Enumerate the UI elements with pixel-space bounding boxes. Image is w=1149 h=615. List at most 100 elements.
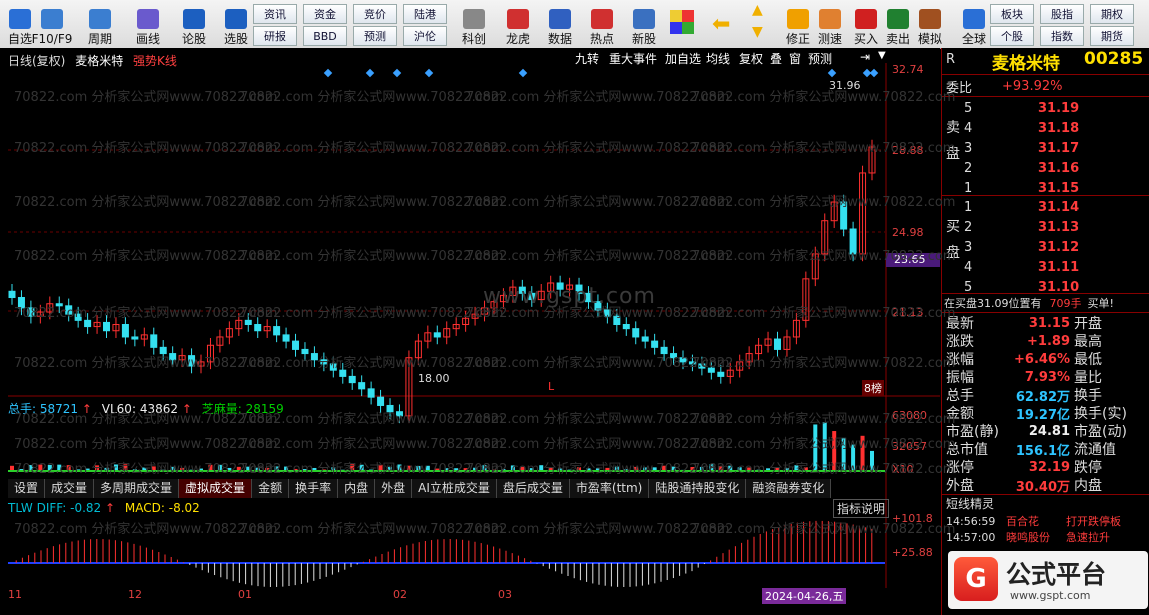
toolbar-label: 选股	[224, 32, 248, 46]
sell-level-row[interactable]: 5 31.19	[942, 98, 1149, 118]
toolbar-discuss-button[interactable]: 论股	[176, 2, 212, 46]
chart-btn-3[interactable]: 均线	[706, 50, 730, 67]
dropdown-icon[interactable]: ▼	[878, 50, 886, 61]
sprite-row[interactable]: 14:57:00 晓鸣股份 急速拉升	[942, 529, 1149, 545]
chart-btn-4[interactable]: 复权	[739, 50, 763, 67]
arrow-up-icon[interactable]: ▲	[752, 2, 763, 18]
mode-label[interactable]: 强势K线	[133, 54, 177, 68]
sprite-stock: 晓鸣股份	[1006, 529, 1050, 545]
buy-level-row[interactable]: 4 31.11	[942, 257, 1149, 277]
side-tag[interactable]: 8榜	[862, 380, 884, 396]
small-button-4[interactable]: 研报	[253, 26, 297, 46]
date-axis-label: 12	[128, 588, 142, 601]
watermark-text: 70822.com 分析家公式网www.70822.com	[14, 433, 277, 452]
small-button-11[interactable]: 个股	[990, 26, 1034, 46]
buy-level-row[interactable]: 1 31.14	[942, 197, 1149, 217]
watermark-text: 70822.com 分析家公式网www.70822.com	[466, 352, 729, 371]
small-button-6[interactable]: 预测	[353, 26, 397, 46]
small-button-7[interactable]: 沪伦	[403, 26, 447, 46]
small-button-1[interactable]: 资金	[303, 4, 347, 24]
watermark-text: 70822.com 分析家公式网www.70822.com	[466, 245, 729, 264]
toolbar-kechuang-button[interactable]: 科创	[456, 2, 492, 46]
macd-header: TLW DIFF: -0.82 ↑ MACD: -8.02	[8, 501, 200, 515]
small-button-12[interactable]: 指数	[1040, 26, 1084, 46]
indicator-tab[interactable]: 内盘	[338, 479, 375, 498]
arrow-down-icon[interactable]: ▼	[752, 24, 763, 40]
indicator-tab[interactable]: AI立桩成交量	[412, 479, 497, 498]
sprite-row[interactable]: 14:56:59 百合花 打开跌停板	[942, 513, 1149, 529]
small-button-5[interactable]: BBD	[303, 26, 347, 46]
sell-level-row[interactable]: 2 31.16	[942, 158, 1149, 178]
date-axis-label: 11	[8, 588, 22, 601]
watermark-text: 70822.com 分析家公式网www.70822.com	[14, 352, 277, 371]
small-button-10[interactable]: 期权	[1090, 4, 1134, 24]
toolbar-period-button[interactable]: 周期	[82, 2, 118, 46]
quote-key: 涨跌	[946, 331, 974, 351]
indicator-tab[interactable]: 虚拟成交量	[179, 479, 252, 498]
watermark-text: 70822.com 分析家公式网www.70822.com	[466, 518, 729, 537]
quote-row: 最新 31.15 开盘	[942, 314, 1149, 332]
logo-icon: G	[954, 557, 998, 601]
indicator-tab[interactable]: 陆股通持股变化	[649, 479, 746, 498]
toolbar-label: 全球	[962, 32, 986, 46]
small-button-2[interactable]: 竞价	[353, 4, 397, 24]
logo-watermark: G 公式平台 www.gspt.com	[948, 551, 1148, 609]
chart-btn-1[interactable]: 重大事件	[609, 50, 657, 67]
small-button-9[interactable]: 股指	[1040, 4, 1084, 24]
toolbar-speed-button[interactable]: 测速	[812, 2, 848, 46]
chart-btn-0[interactable]: 九转	[575, 50, 599, 67]
toolbar-select-stock-button[interactable]: 选股	[218, 2, 254, 46]
small-button-13[interactable]: 期货	[1090, 26, 1134, 46]
f10-icon	[41, 9, 63, 29]
level-price: 31.19	[1038, 101, 1079, 116]
chart-btn-6[interactable]: 窗	[789, 50, 801, 67]
macd-diff-label: TLW DIFF:	[8, 501, 66, 515]
buy-level-row[interactable]: 2 31.13	[942, 217, 1149, 237]
sprite-stock: 百合花	[1006, 513, 1039, 529]
indicator-tab[interactable]: 设置	[8, 479, 45, 498]
color-grid-icon[interactable]	[670, 10, 694, 34]
indicator-help-button[interactable]: 指标说明	[833, 499, 889, 518]
candle-body	[623, 325, 629, 329]
indicator-tab[interactable]: 换手率	[289, 479, 338, 498]
indicator-tab[interactable]: 多周期成交量	[94, 479, 179, 498]
small-button-3[interactable]: 陆港	[403, 4, 447, 24]
indicator-tab[interactable]: 金额	[252, 479, 289, 498]
chart-btn-5[interactable]: 叠	[770, 50, 782, 67]
toolbar-buy-button[interactable]: 买入	[848, 2, 884, 46]
indicator-tab[interactable]: 盘后成交量	[497, 479, 570, 498]
toolbar-label: 模拟	[918, 32, 942, 46]
indicator-tab[interactable]: 外盘	[375, 479, 412, 498]
toolbar-hot-button[interactable]: 热点	[584, 2, 620, 46]
sell-level-row[interactable]: 3 31.17	[942, 138, 1149, 158]
toolbar-globe-button[interactable]: 全球	[956, 2, 992, 46]
toolbar-new-stock-button[interactable]: 新股	[626, 2, 662, 46]
sell-level-row[interactable]: 4 31.18	[942, 118, 1149, 138]
toolbar-longhu-button[interactable]: 龙虎	[500, 2, 536, 46]
indicator-tab[interactable]: 融资融券变化	[746, 479, 831, 498]
sprite-title[interactable]: 短线精灵	[946, 495, 994, 512]
watermark-text: 70822.com 分析家公式网www.70822.com	[466, 86, 729, 105]
toolbar-draw-line-button[interactable]: 画线	[130, 2, 166, 46]
expand-icon[interactable]: ⇥	[860, 50, 870, 64]
indicator-tab[interactable]: 成交量	[45, 479, 94, 498]
level-price: 31.18	[1038, 121, 1079, 136]
indicator-tab[interactable]: 市盈率(ttm)	[570, 479, 649, 498]
buy-level-row[interactable]: 3 31.12	[942, 237, 1149, 257]
chart-btn-7[interactable]: 预测	[808, 50, 832, 67]
period-label[interactable]: 日线(复权)	[8, 54, 65, 68]
small-button-0[interactable]: 资讯	[253, 4, 297, 24]
level-number: 4	[964, 260, 972, 275]
chart-btn-2[interactable]: 加自选	[665, 50, 701, 67]
candle-body	[255, 325, 261, 331]
toolbar-fix-button[interactable]: 修正	[780, 2, 816, 46]
candle-body	[9, 291, 15, 297]
small-button-8[interactable]: 板块	[990, 4, 1034, 24]
arrow-left-icon[interactable]: ⬅	[712, 12, 730, 37]
toolbar-f10-button[interactable]: F10/F9	[34, 2, 70, 46]
toolbar-data-button[interactable]: 数据	[542, 2, 578, 46]
candle-body	[132, 337, 138, 339]
watermark-text: 70822.com 分析家公式网www.70822.com	[692, 137, 955, 156]
toolbar-sell-button[interactable]: 卖出	[880, 2, 916, 46]
toolbar-simulate-button[interactable]: 模拟	[912, 2, 948, 46]
